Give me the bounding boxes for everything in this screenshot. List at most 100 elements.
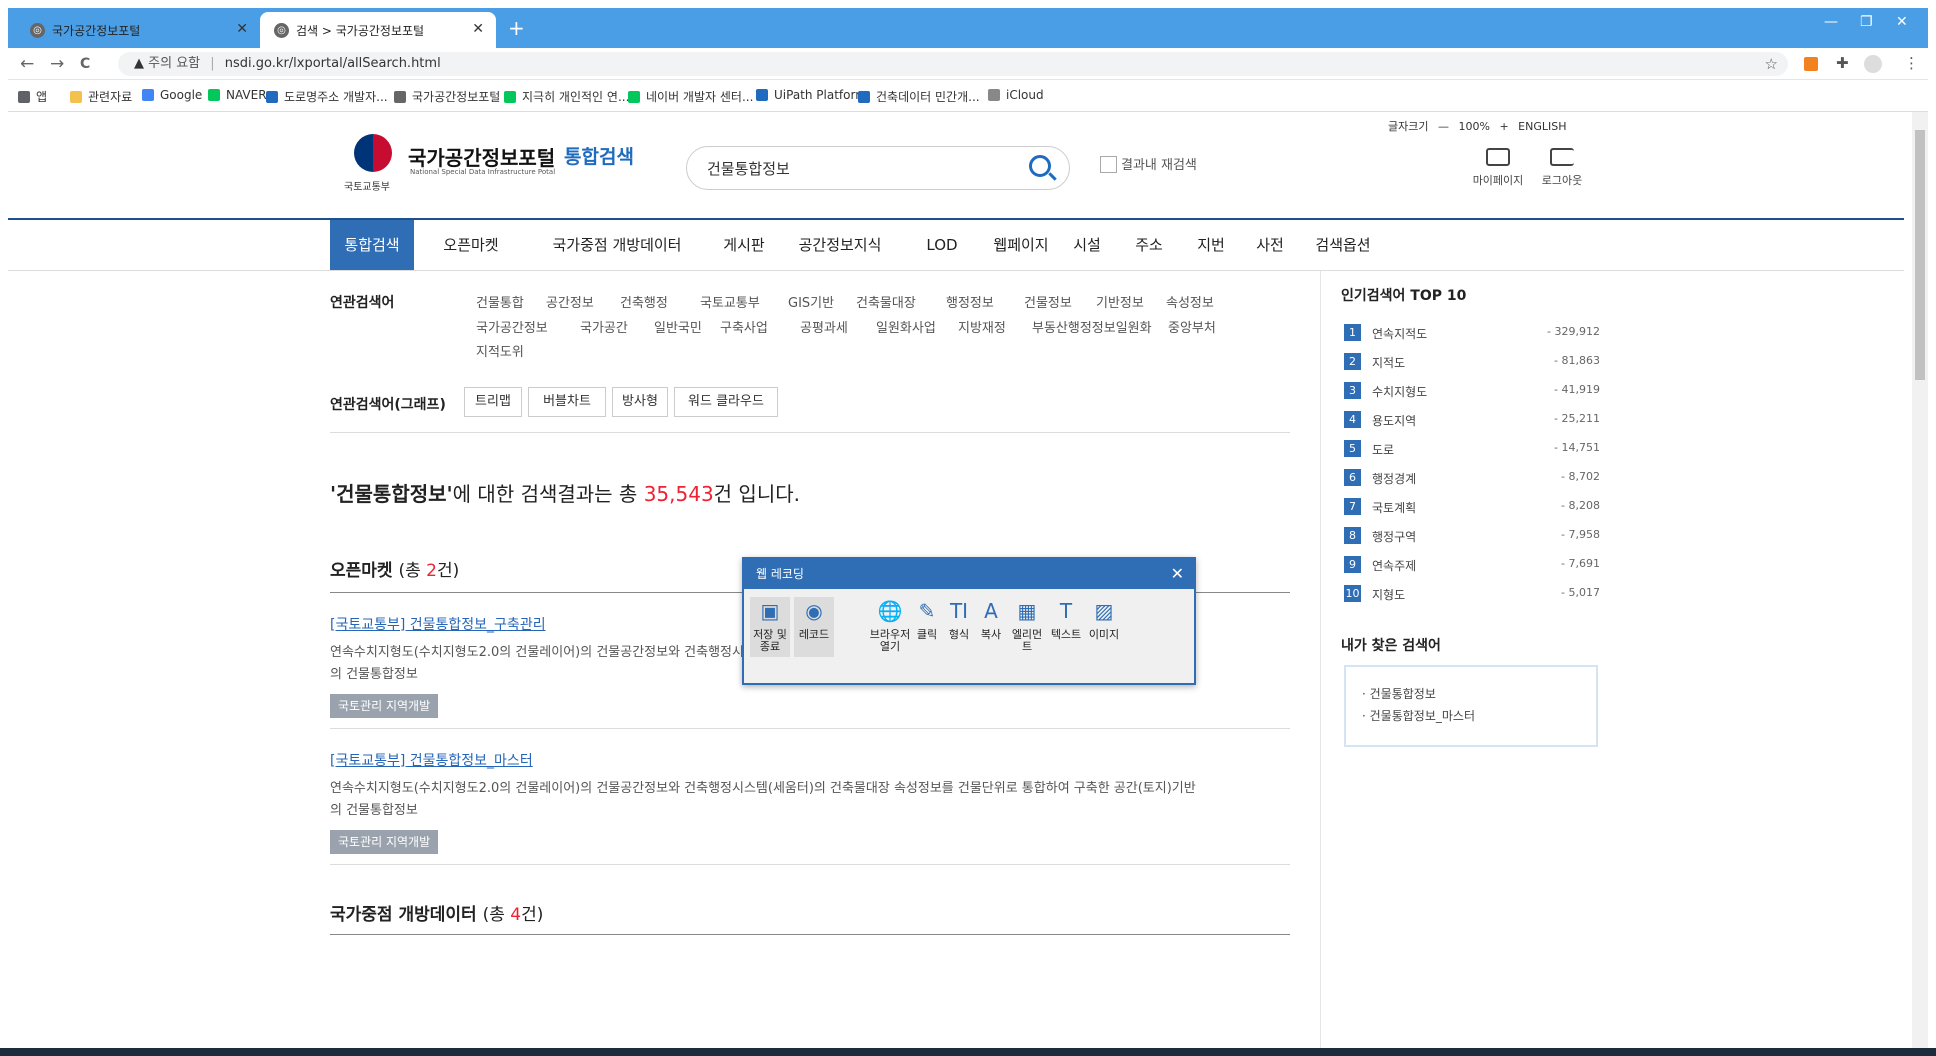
restore-button[interactable]: ❐ [1860, 14, 1873, 30]
english-link[interactable]: ENGLISH [1518, 120, 1566, 133]
popular-keyword-row[interactable]: 9 연속주제 - 7,691 [1344, 554, 1600, 574]
extension-icon[interactable] [1804, 57, 1818, 71]
tab-portal[interactable]: ◎ 국가공간정보포털 ✕ [16, 12, 260, 48]
search-input[interactable] [707, 158, 1007, 178]
gnb-tab[interactable]: 국가중점 개방데이터 [528, 220, 706, 270]
profile-avatar[interactable] [1864, 55, 1882, 73]
font-smaller-button[interactable]: — [1438, 120, 1449, 133]
puzzle-icon[interactable]: ✚ [1836, 54, 1849, 72]
result-recheck[interactable]: 결과내 재검색 [1100, 154, 1197, 173]
related-keyword[interactable]: 중앙부처 [1168, 317, 1216, 336]
recorder-copy-button[interactable]: A 복사 [976, 597, 1006, 657]
gnb-tab[interactable]: 사전 [1242, 220, 1298, 270]
gnb-tab[interactable]: 통합검색 [330, 220, 414, 270]
related-keyword[interactable]: 속성정보 [1166, 292, 1214, 311]
related-keyword[interactable]: 공간정보 [546, 292, 594, 311]
popular-keyword-row[interactable]: 10 지형도 - 5,017 [1344, 583, 1600, 603]
mypage-button[interactable]: 마이페이지 [1468, 148, 1528, 188]
related-keyword[interactable]: 국가공간 [580, 317, 628, 336]
bookmark-item[interactable]: Google [142, 88, 202, 102]
bookmark-item[interactable]: NAVER [208, 88, 267, 102]
related-keyword[interactable]: 지적도위 [476, 341, 524, 360]
url-text[interactable]: nsdi.go.kr/lxportal/allSearch.html [225, 56, 441, 71]
recorder-element-button[interactable]: ▦ 엘리먼트 [1008, 597, 1046, 657]
menu-icon[interactable]: ⋮ [1904, 54, 1919, 72]
related-keyword[interactable]: GIS기반 [788, 292, 834, 311]
related-keyword[interactable]: 건축물대장 [856, 292, 916, 311]
bookmark-item[interactable]: 국가공간정보포털 [394, 88, 500, 105]
logout-button[interactable]: 로그아웃 [1532, 148, 1592, 188]
recorder-click-button[interactable]: ✎ 클릭 [912, 597, 942, 657]
minimize-button[interactable]: — [1824, 14, 1838, 30]
popular-keyword-row[interactable]: 4 용도지역 - 25,211 [1344, 409, 1600, 429]
gnb-tab[interactable]: 오픈마켓 [414, 220, 528, 270]
related-keyword[interactable]: 공평과세 [800, 317, 848, 336]
popular-keyword-row[interactable]: 1 연속지적도 - 329,912 [1344, 322, 1600, 342]
category-tag[interactable]: 국토관리 지역개발 [330, 830, 439, 854]
gnb-tab[interactable]: 게시판 [706, 220, 782, 270]
bookmark-item[interactable]: 앱 [18, 88, 47, 105]
reload-button[interactable]: C [80, 56, 90, 72]
graph-button[interactable]: 워드 클라우드 [674, 387, 778, 417]
bookmark-item[interactable]: 지극히 개인적인 연... [504, 88, 629, 105]
page-scrollbar[interactable] [1912, 112, 1928, 1052]
back-button[interactable]: ← [20, 54, 34, 74]
gnb-tab[interactable]: 주소 [1118, 220, 1180, 270]
bookmark-item[interactable]: 도로명주소 개발자... [266, 88, 388, 105]
bookmark-item[interactable]: 건축데이터 민간개... [858, 88, 980, 105]
forward-button[interactable]: → [50, 54, 64, 74]
graph-button[interactable]: 버블차트 [528, 387, 606, 417]
related-keyword[interactable]: 건물통합 [476, 292, 524, 311]
recorder-image-button[interactable]: ▨ 이미지 [1086, 597, 1122, 657]
result-title-link[interactable]: [국토교통부] 건물통합정보_구축관리 [330, 614, 546, 634]
popular-keyword-row[interactable]: 3 수치지형도 - 41,919 [1344, 380, 1600, 400]
popular-keyword-row[interactable]: 6 행정경계 - 8,702 [1344, 467, 1600, 487]
graph-button[interactable]: 트리맵 [464, 387, 522, 417]
font-larger-button[interactable]: + [1499, 120, 1508, 133]
related-keyword[interactable]: 건축행정 [620, 292, 668, 311]
related-keyword[interactable]: 일반국민 [654, 317, 702, 336]
tab-search[interactable]: ◎ 검색 > 국가공간정보포털 ✕ [260, 12, 496, 48]
related-keyword[interactable]: 국가공간정보 [476, 317, 548, 336]
recheck-checkbox[interactable] [1100, 156, 1117, 173]
bookmark-item[interactable]: 네이버 개발자 센터... [628, 88, 753, 105]
address-bar[interactable]: ▲ 주의 요함 | nsdi.go.kr/lxportal/allSearch.… [118, 52, 1788, 76]
bookmark-item[interactable]: 관련자료 [70, 88, 132, 105]
my-search-item[interactable]: · 건물통합정보_마스터 [1362, 707, 1475, 724]
gnb-tab[interactable]: 웹페이지 [986, 220, 1056, 270]
scrollbar-thumb[interactable] [1915, 130, 1925, 380]
graph-button[interactable]: 방사형 [612, 387, 668, 417]
government-emblem-icon[interactable] [354, 134, 392, 172]
popular-keyword-row[interactable]: 8 행정구역 - 7,958 [1344, 525, 1600, 545]
recorder-save-button[interactable]: ▣ 저장 및 종료 [750, 597, 790, 657]
gnb-tab[interactable]: 시설 [1056, 220, 1118, 270]
my-search-item[interactable]: · 건물통합정보 [1362, 685, 1436, 702]
gnb-tab[interactable]: 검색옵션 [1298, 220, 1388, 270]
related-keyword[interactable]: 기반정보 [1096, 292, 1144, 311]
popular-keyword-row[interactable]: 7 국토계획 - 8,208 [1344, 496, 1600, 516]
recorder-globe-button[interactable]: 🌐 브라우저 열기 [868, 597, 912, 657]
recorder-text-button[interactable]: T 텍스트 [1048, 597, 1084, 657]
result-title-link[interactable]: [국토교통부] 건물통합정보_마스터 [330, 750, 533, 770]
close-tab-icon[interactable]: ✕ [236, 21, 248, 37]
related-keyword[interactable]: 건물정보 [1024, 292, 1072, 311]
section-title[interactable]: 통합검색 [564, 142, 634, 169]
related-keyword[interactable]: 부동산행정정보일원화 [1032, 317, 1152, 336]
close-window-button[interactable]: ✕ [1896, 14, 1908, 30]
popular-keyword-row[interactable]: 5 도로 - 14,751 [1344, 438, 1600, 458]
bookmark-item[interactable]: iCloud [988, 88, 1044, 102]
search-icon[interactable] [1029, 155, 1051, 177]
related-keyword[interactable]: 일원화사업 [876, 317, 936, 336]
bookmark-star-icon[interactable]: ☆ [1765, 52, 1778, 76]
gnb-tab[interactable]: 지번 [1180, 220, 1242, 270]
related-keyword[interactable]: 행정정보 [946, 292, 994, 311]
gnb-tab[interactable]: 공간정보지식 [782, 220, 898, 270]
close-tab-icon[interactable]: ✕ [472, 21, 484, 37]
security-warning[interactable]: 주의 요함 [148, 56, 200, 71]
recorder-record-button[interactable]: ◉ 레코드 [794, 597, 834, 657]
popular-keyword-row[interactable]: 2 지적도 - 81,863 [1344, 351, 1600, 371]
close-icon[interactable]: ✕ [1171, 559, 1184, 589]
bookmark-item[interactable]: UiPath Platform [756, 88, 867, 102]
new-tab-button[interactable]: + [508, 16, 525, 40]
related-keyword[interactable]: 지방재정 [958, 317, 1006, 336]
